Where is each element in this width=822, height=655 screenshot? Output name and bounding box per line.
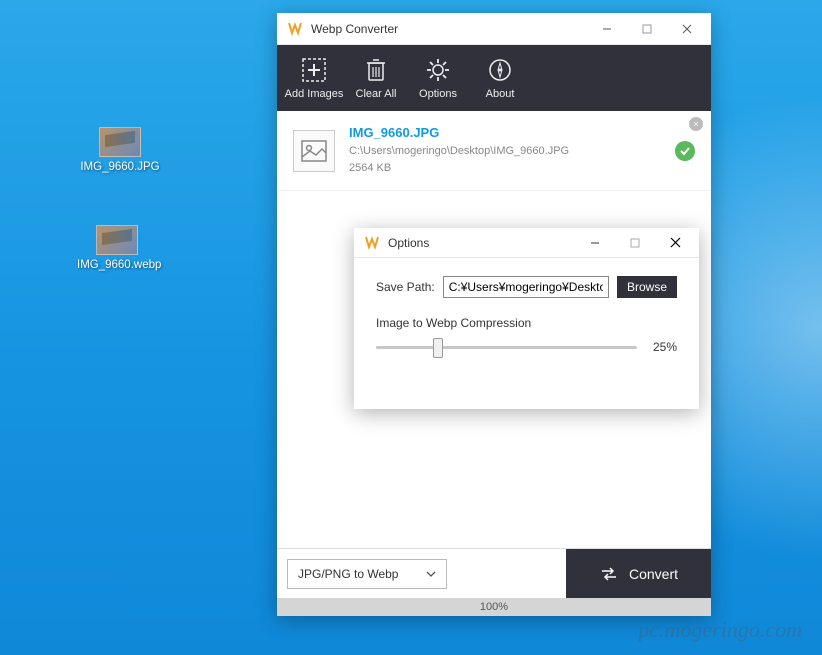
maximize-button[interactable]: [627, 13, 667, 45]
mode-dropdown[interactable]: JPG/PNG to Webp: [287, 559, 447, 589]
dialog-titlebar[interactable]: Options: [354, 228, 699, 258]
save-path-label: Save Path:: [376, 280, 435, 294]
window-controls: [575, 227, 695, 259]
image-icon: [300, 137, 328, 165]
file-thumbnail: [96, 225, 138, 255]
mode-select-wrap: JPG/PNG to Webp: [277, 549, 566, 598]
browse-button[interactable]: Browse: [617, 276, 677, 298]
titlebar[interactable]: Webp Converter: [277, 13, 711, 45]
window-title: Webp Converter: [311, 22, 587, 36]
dialog-body: Save Path: Browse Image to Webp Compress…: [354, 258, 699, 372]
dialog-title: Options: [388, 236, 575, 250]
chevron-down-icon: [426, 571, 436, 577]
desktop-icon-label: IMG_9660.webp: [77, 259, 157, 271]
convert-button[interactable]: Convert: [566, 549, 711, 598]
file-size: 2564 KB: [349, 160, 667, 177]
app-logo-icon: [287, 21, 303, 37]
add-icon: [301, 57, 327, 83]
close-button[interactable]: [667, 13, 707, 45]
file-info: IMG_9660.JPG C:\Users\mogeringo\Desktop\…: [349, 125, 667, 176]
close-button[interactable]: [655, 227, 695, 259]
desktop-icon-label: IMG_9660.JPG: [80, 161, 160, 173]
gear-icon: [425, 57, 451, 83]
compression-slider[interactable]: [376, 346, 637, 349]
compression-slider-row: 25%: [376, 340, 677, 354]
maximize-button[interactable]: [615, 227, 655, 259]
toolbar: Add Images Clear All Options About: [277, 45, 711, 111]
desktop-icon-jpg[interactable]: IMG_9660.JPG: [80, 127, 160, 173]
minimize-button[interactable]: [587, 13, 627, 45]
clear-all-button[interactable]: Clear All: [345, 45, 407, 111]
toolbar-label: Add Images: [285, 88, 344, 100]
trash-icon: [364, 57, 388, 83]
desktop-icon-webp[interactable]: IMG_9660.webp: [77, 225, 157, 271]
compass-icon: [487, 57, 513, 83]
file-thumbnail: [99, 127, 141, 157]
bottom-bar: JPG/PNG to Webp Convert: [277, 548, 711, 598]
about-button[interactable]: About: [469, 45, 531, 111]
app-logo-icon: [364, 235, 380, 251]
toolbar-label: Options: [419, 88, 457, 100]
file-thumbnail: [293, 130, 335, 172]
save-path-row: Save Path: Browse: [376, 276, 677, 298]
status-ok-icon: [675, 141, 695, 161]
file-path: C:\Users\mogeringo\Desktop\IMG_9660.JPG: [349, 143, 667, 160]
mode-label: JPG/PNG to Webp: [298, 567, 398, 581]
watermark-text: pc.mogeringo.com: [638, 617, 802, 643]
slider-thumb[interactable]: [433, 338, 443, 358]
progress-bar: 100%: [277, 598, 711, 616]
file-name: IMG_9660.JPG: [349, 125, 667, 140]
compression-label: Image to Webp Compression: [376, 316, 677, 330]
convert-label: Convert: [629, 566, 678, 582]
minimize-button[interactable]: [575, 227, 615, 259]
toolbar-label: About: [486, 88, 515, 100]
file-item[interactable]: × IMG_9660.JPG C:\Users\mogeringo\Deskto…: [277, 111, 711, 191]
add-images-button[interactable]: Add Images: [283, 45, 345, 111]
toolbar-label: Clear All: [356, 88, 397, 100]
compression-value: 25%: [647, 340, 677, 354]
options-dialog: Options Save Path: Browse Image to Webp …: [354, 228, 699, 409]
save-path-input[interactable]: [443, 276, 609, 298]
window-controls: [587, 13, 707, 45]
options-button[interactable]: Options: [407, 45, 469, 111]
remove-item-button[interactable]: ×: [689, 117, 703, 131]
convert-icon: [599, 565, 619, 583]
